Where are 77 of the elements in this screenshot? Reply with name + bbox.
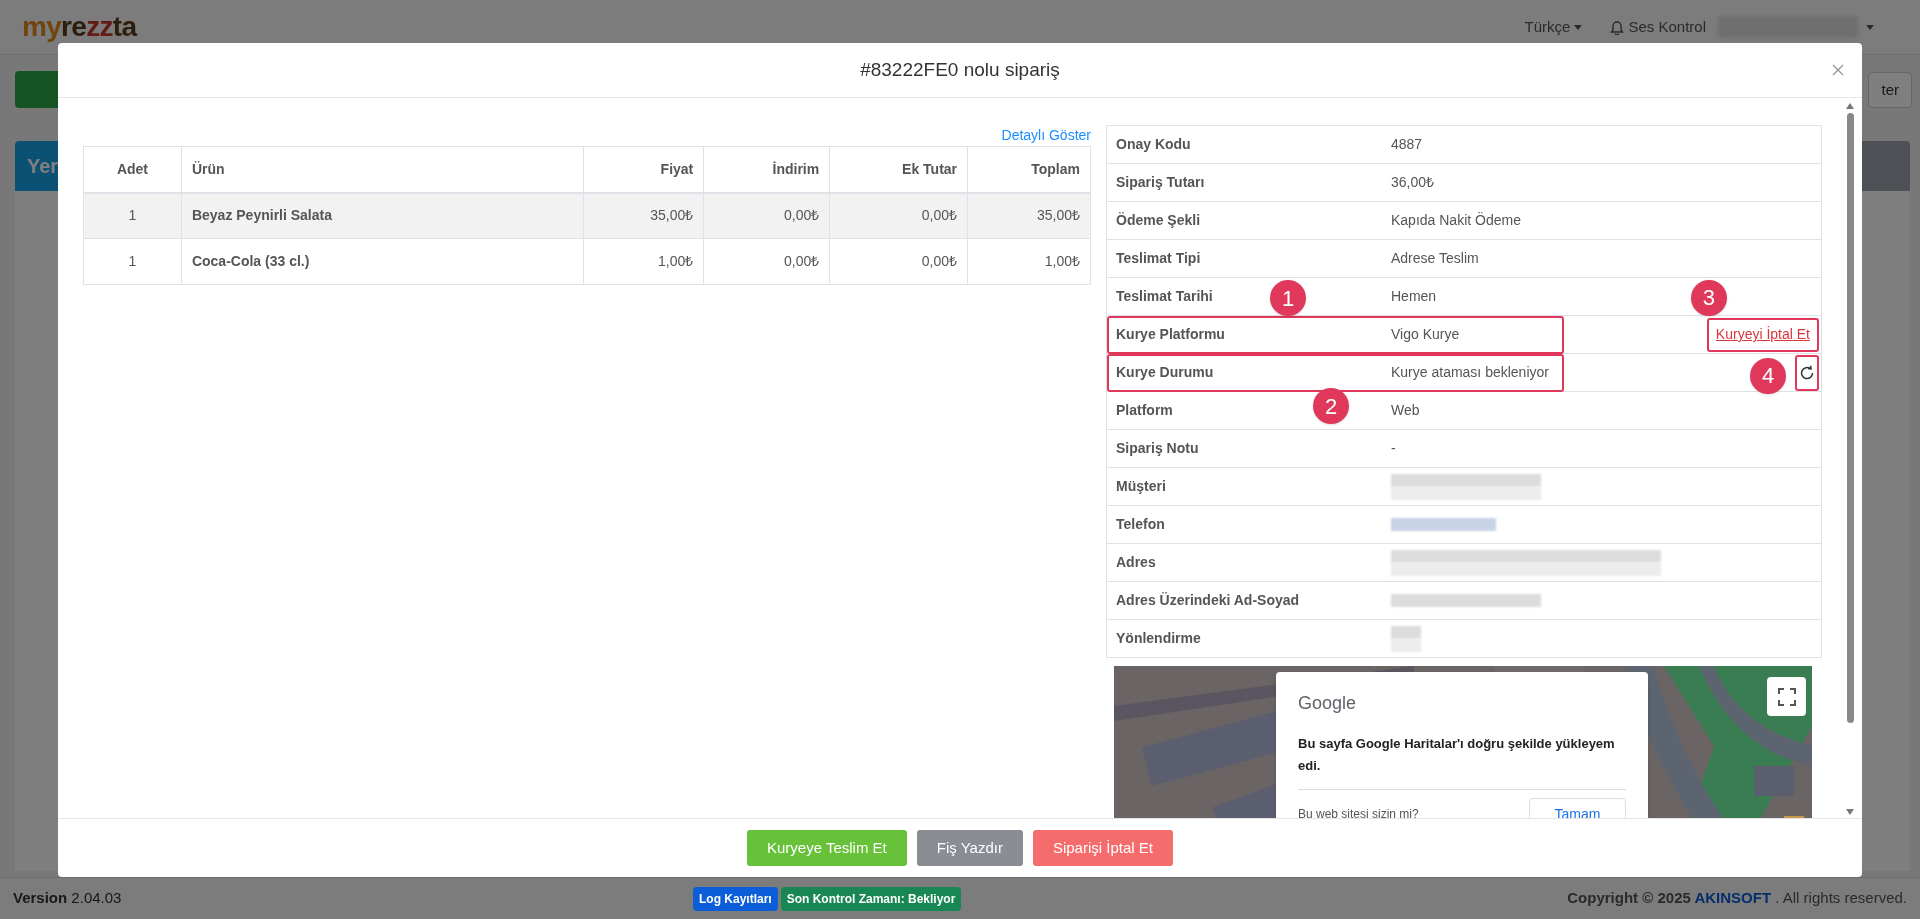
caret-icon (1574, 24, 1583, 30)
column-header: Ürün (181, 146, 584, 193)
table-cell: 0,00₺ (703, 192, 830, 239)
field-label: Teslimat Tarihi (1116, 287, 1213, 306)
field-value: Kurye ataması bekleniyor (1391, 363, 1549, 382)
field-label: Telefon (1116, 515, 1165, 534)
field-label: Sipariş Tutarı (1116, 173, 1205, 192)
column-header: İndirim (703, 146, 830, 193)
field-label: Adres Üzerindeki Ad-Soyad (1116, 591, 1300, 610)
refresh-button[interactable] (1795, 354, 1819, 391)
version-text: Version 2.04.03 (13, 888, 122, 909)
logo: myrezzta (22, 10, 137, 44)
field-label: Adres (1116, 553, 1156, 572)
bell-icon (1610, 19, 1625, 35)
filter-button[interactable]: ter (1868, 72, 1912, 108)
question-text: Bu web sitesi sizin mi? (1298, 806, 1419, 818)
scroll-up-icon[interactable] (1846, 103, 1854, 109)
copyright-text: Copyright © 2025 AKINSOFT . All rights reserved. (1567, 888, 1907, 909)
sound-control-button[interactable]: Ses Kontrol (1610, 15, 1706, 39)
number-badge: 4 (1750, 357, 1786, 394)
column-header: Toplam (967, 146, 1091, 193)
detail-link[interactable]: Detaylı Göster (1001, 125, 1091, 146)
card-title: Yer (27, 154, 59, 179)
table-cell: 1,00₺ (967, 238, 1091, 285)
caret-icon (1866, 24, 1874, 30)
fullscreen-icon (1777, 687, 1796, 706)
redacted-block (1391, 625, 1421, 639)
table-cell: 0,00₺ (703, 238, 830, 285)
table-cell: 0,00₺ (829, 238, 968, 285)
field-value: Adrese Teslim (1391, 249, 1479, 268)
table-cell: 1 (83, 192, 182, 239)
table-cell: 35,00₺ (967, 192, 1091, 239)
field-label: Sipariş Notu (1116, 439, 1199, 458)
table-cell: 1 (83, 238, 182, 285)
field-label: Yönlendirme (1116, 629, 1201, 648)
field-value: 36,00₺ (1391, 173, 1435, 192)
message-text: Bu sayfa Google Haritalar'ı doğru şekilde yükleyem edi. (1298, 735, 1616, 775)
field-label: Ödeme Şekli (1116, 211, 1201, 230)
field-value: Web (1391, 401, 1420, 420)
field-value: - (1391, 439, 1396, 458)
field-label: Teslimat Tipi (1116, 249, 1201, 268)
dialog-title: #83222FE0 nolu sipariş (860, 57, 1060, 82)
field-value: Kapıda Nakit Ödeme (1391, 211, 1521, 230)
refresh-icon (1799, 364, 1815, 381)
cancel-courier-link[interactable]: Kuryeyi İptal Et (1706, 317, 1819, 352)
scrollbar-thumb[interactable] (1846, 113, 1854, 723)
scroll-down-icon[interactable] (1846, 809, 1854, 815)
action-button[interactable]: Siparişi İptal Et (1032, 830, 1173, 866)
table-cell: 1,00₺ (583, 238, 704, 285)
field-value: Vigo Kurye (1391, 325, 1460, 344)
table-cell: Coca-Cola (33 cl.) (181, 238, 584, 285)
fullscreen-button[interactable] (1767, 677, 1806, 716)
column-header: Ek Tutar (829, 146, 968, 193)
action-button[interactable]: Kuryeye Teslim Et (747, 830, 907, 866)
company-link[interactable]: AKINSOFT (1694, 889, 1772, 907)
field-value: Hemen (1391, 287, 1437, 306)
field-value: 4887 (1391, 135, 1423, 154)
number-badge: 2 (1313, 388, 1349, 424)
footer-badge[interactable]: Log Kayıtları (693, 886, 778, 911)
language-dropdown[interactable]: Türkçe (1524, 15, 1583, 39)
table-cell: 0,00₺ (829, 192, 968, 239)
action-button[interactable]: Fiş Yazdır (916, 830, 1023, 866)
field-label: Platform (1116, 401, 1173, 420)
close-icon[interactable] (1832, 64, 1844, 76)
brand-text: Google (1298, 692, 1358, 715)
table-cell: Beyaz Peynirli Salata (181, 192, 584, 239)
column-header: Fiyat (583, 146, 704, 193)
field-label: Onay Kodu (1116, 135, 1191, 154)
field-label: Müşteri (1116, 477, 1166, 496)
footer-badge: Son Kontrol Zamanı: Bekliyor (780, 886, 962, 911)
number-badge: 3 (1690, 279, 1727, 316)
field-label: Kurye Durumu (1116, 363, 1214, 382)
field-label: Kurye Platformu (1116, 325, 1225, 344)
number-badge: 1 (1270, 280, 1306, 316)
table-cell: 35,00₺ (583, 192, 704, 239)
column-header: Adet (83, 146, 182, 193)
ok-button[interactable]: Tamam (1529, 798, 1626, 818)
